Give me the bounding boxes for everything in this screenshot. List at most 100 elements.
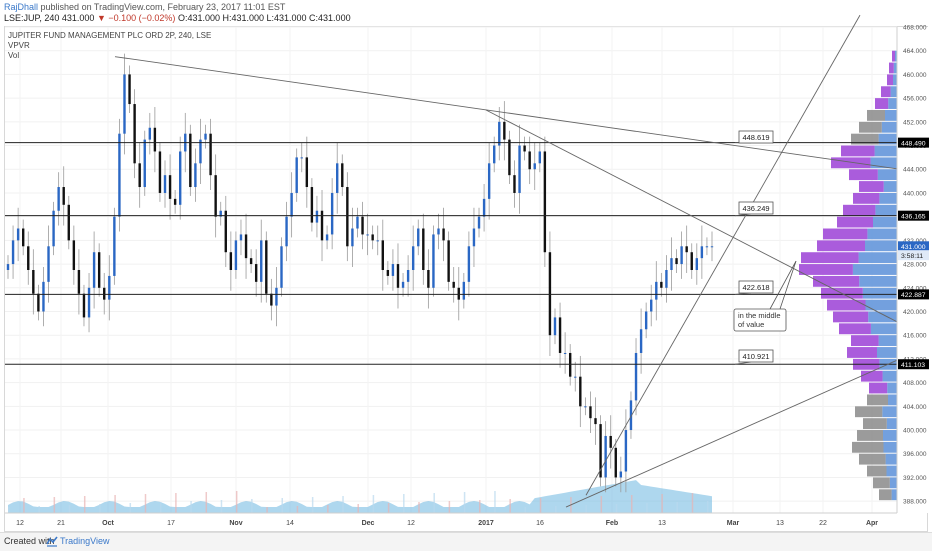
candle-body bbox=[346, 187, 348, 246]
candle-body bbox=[285, 217, 287, 247]
candle-body bbox=[316, 211, 318, 223]
candle-body bbox=[518, 146, 520, 193]
vp-bar-up bbox=[879, 335, 897, 346]
candle-body bbox=[539, 151, 541, 163]
candle-body bbox=[225, 211, 227, 252]
price-tick-label: 388.000 bbox=[903, 499, 927, 506]
candle-body bbox=[452, 282, 454, 288]
candle-body bbox=[336, 163, 338, 193]
candle-body bbox=[691, 252, 693, 270]
candle-body bbox=[488, 163, 490, 199]
vp-bar-up bbox=[859, 276, 897, 287]
vp-bar-down bbox=[892, 51, 895, 62]
candle-body bbox=[189, 134, 191, 187]
legend-vpvr[interactable]: VPVR bbox=[8, 41, 211, 51]
candle-body bbox=[204, 134, 206, 140]
vp-bar-down bbox=[889, 63, 894, 74]
volume-spike bbox=[403, 494, 405, 513]
price-tick-label: 440.000 bbox=[903, 190, 927, 197]
volume-spike bbox=[130, 503, 132, 513]
volume-spike bbox=[677, 502, 679, 513]
price-label-text: 431.000 bbox=[901, 244, 926, 251]
candle-body bbox=[235, 240, 237, 270]
time-tick-label: 12 bbox=[16, 520, 24, 527]
candle-body bbox=[508, 140, 510, 176]
price-label-text: 436.165 bbox=[901, 213, 926, 220]
candle-body bbox=[128, 74, 130, 104]
volume-spike bbox=[616, 504, 618, 513]
price-tick-label: 468.000 bbox=[903, 25, 927, 32]
candle-body bbox=[483, 199, 485, 217]
candle-body bbox=[42, 282, 44, 312]
annotation-text-line1: in the middle bbox=[738, 311, 781, 320]
vp-bar-up bbox=[879, 193, 897, 204]
vp-bar-down bbox=[875, 98, 888, 109]
candle-body bbox=[685, 246, 687, 252]
vp-bar-down bbox=[855, 406, 882, 417]
vp-bar-up bbox=[882, 406, 897, 417]
price-chart[interactable]: 448.619436.249422.618410.921in the middl… bbox=[0, 0, 932, 532]
volume-spike bbox=[206, 492, 208, 513]
time-tick-label: 17 bbox=[167, 520, 175, 527]
time-tick-label: Oct bbox=[102, 520, 114, 527]
candle-body bbox=[47, 246, 49, 282]
candle-body bbox=[306, 157, 308, 187]
candle-body bbox=[498, 122, 500, 146]
candle-body bbox=[437, 229, 439, 235]
candle-body bbox=[412, 246, 414, 270]
vp-bar-up bbox=[887, 383, 897, 394]
candle-body bbox=[301, 157, 303, 158]
vp-bar-up bbox=[878, 169, 897, 180]
vp-bar-down bbox=[863, 418, 887, 429]
time-tick-label: Dec bbox=[362, 520, 375, 527]
candle-body bbox=[199, 140, 201, 164]
chart-legend: JUPITER FUND MANAGEMENT PLC ORD 2P, 240,… bbox=[8, 31, 211, 61]
vp-bar-up bbox=[891, 86, 897, 97]
price-label-text: 3:58:11 bbox=[901, 253, 923, 260]
candle-body bbox=[584, 406, 586, 407]
candle-body bbox=[569, 353, 571, 377]
candle-body bbox=[549, 252, 551, 335]
price-label-text: 448.490 bbox=[901, 140, 926, 147]
candle-body bbox=[625, 430, 627, 471]
vp-bar-up bbox=[865, 240, 897, 251]
candle-body bbox=[113, 217, 115, 276]
volume-spike bbox=[707, 501, 709, 513]
candle-body bbox=[610, 436, 612, 448]
candle-body bbox=[240, 234, 242, 240]
time-tick-label: Feb bbox=[606, 520, 618, 527]
legend-vol[interactable]: Vol bbox=[8, 51, 211, 61]
vp-bar-down bbox=[843, 205, 875, 216]
candle-body bbox=[675, 258, 677, 264]
vp-bar-down bbox=[867, 110, 885, 121]
vp-bar-down bbox=[852, 442, 884, 453]
candle-body bbox=[711, 246, 713, 247]
volume-spike bbox=[449, 501, 451, 513]
vp-bar-up bbox=[883, 371, 897, 382]
volume-spike bbox=[661, 494, 663, 513]
vp-bar-up bbox=[887, 466, 898, 477]
candle-body bbox=[83, 294, 85, 318]
candle-body bbox=[32, 270, 34, 294]
candle-body bbox=[458, 288, 460, 300]
candle-body bbox=[696, 258, 698, 270]
time-tick-label: Nov bbox=[229, 520, 242, 527]
vp-bar-up bbox=[853, 264, 897, 275]
candle-body bbox=[382, 240, 384, 270]
vp-bar-down bbox=[881, 86, 891, 97]
candle-body bbox=[564, 353, 566, 354]
volume-spike bbox=[585, 505, 587, 513]
volume-spike bbox=[281, 498, 283, 513]
volume-spike bbox=[479, 500, 481, 513]
candle-body bbox=[645, 311, 647, 329]
candle-body bbox=[245, 234, 247, 258]
tradingview-brand[interactable]: TradingView bbox=[60, 536, 110, 546]
vp-bar-down bbox=[859, 181, 884, 192]
volume-spike bbox=[69, 505, 71, 513]
vp-bar-up bbox=[892, 489, 897, 500]
volume-spike bbox=[54, 497, 56, 513]
callout-label: 422.618 bbox=[742, 283, 769, 292]
candle-body bbox=[559, 317, 561, 353]
vp-bar-up bbox=[877, 347, 897, 358]
candle-body bbox=[154, 128, 156, 152]
